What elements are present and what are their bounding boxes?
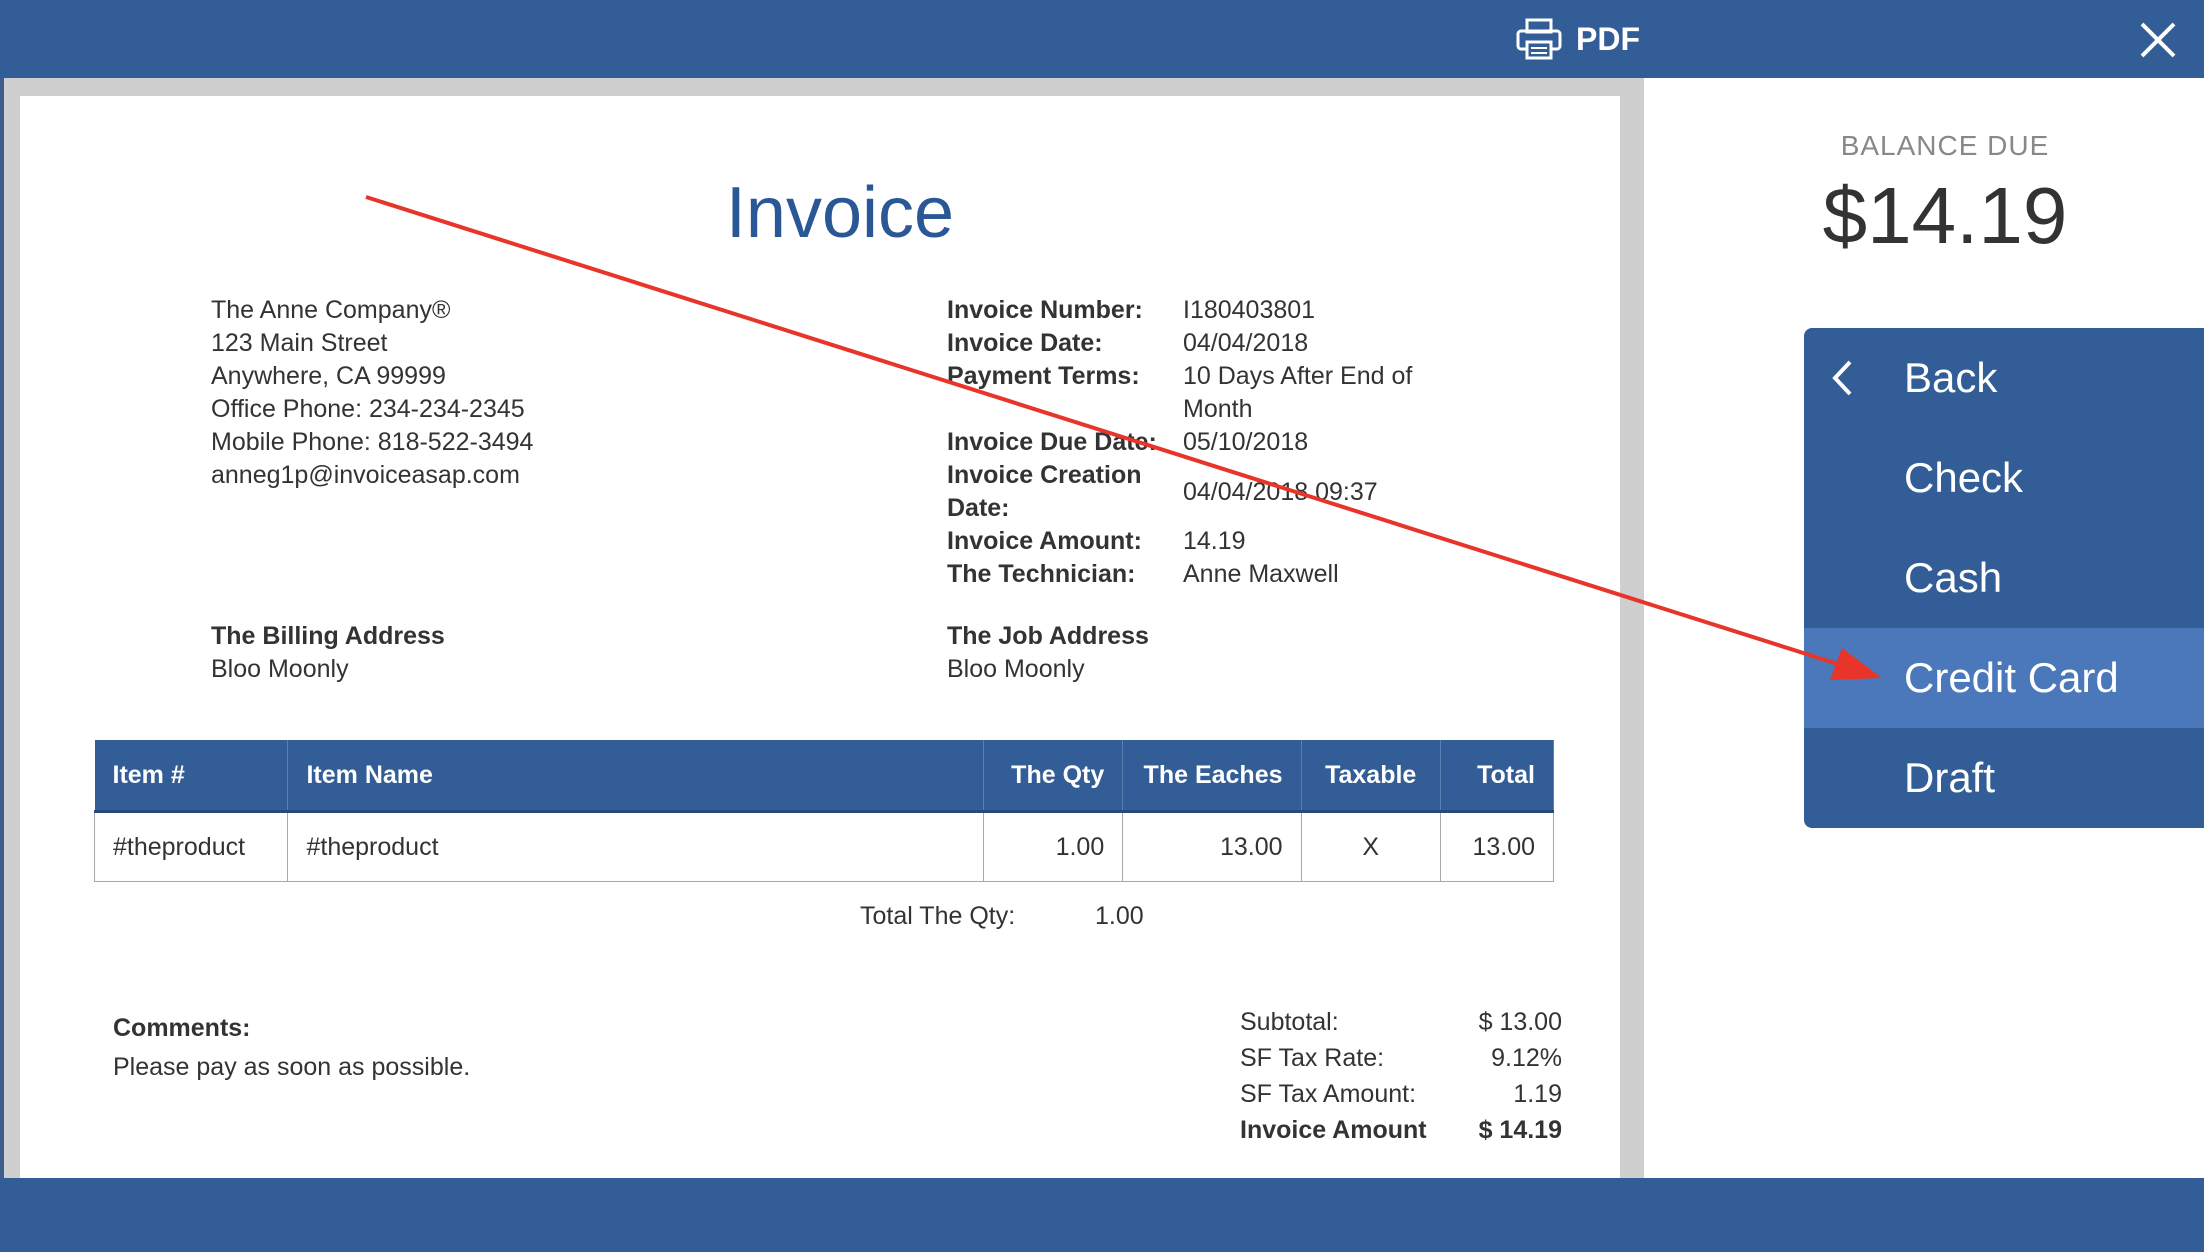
- meta-row: Invoice Creation Date: 04/04/2018 09:37: [947, 459, 1423, 525]
- column-header: Total: [1440, 740, 1555, 813]
- pdf-button[interactable]: PDF: [1516, 14, 1640, 64]
- menu-item-label: Check: [1904, 454, 2024, 501]
- company-name: The Anne Company®: [211, 296, 451, 324]
- meta-row: Invoice Due Date: 05/10/2018: [947, 426, 1423, 459]
- total-qty-value: 1.00: [1095, 902, 1144, 930]
- meta-key: Invoice Creation Date:: [947, 461, 1142, 522]
- billing-address: The Billing Address Bloo Moonly: [211, 620, 445, 686]
- job-address-name: Bloo Moonly: [947, 655, 1085, 683]
- menu-item-back[interactable]: Back: [1804, 328, 2204, 428]
- invoice-meta: Invoice Number: I180403801 Invoice Date:…: [947, 294, 1423, 591]
- totals-label: SF Tax Rate:: [1240, 1044, 1385, 1072]
- meta-row: Invoice Date: 04/04/2018: [947, 327, 1423, 360]
- menu-item-label: Back: [1904, 354, 1998, 401]
- billing-address-name: Bloo Moonly: [211, 655, 349, 683]
- cell-item-number: #theproduct: [93, 811, 289, 882]
- top-bar: PDF: [0, 0, 2204, 78]
- bottom-bar: [0, 1178, 2204, 1252]
- company-city: Anywhere, CA 99999: [211, 362, 446, 390]
- column-header: Taxable: [1301, 740, 1441, 813]
- meta-value: 14.19: [1183, 527, 1246, 555]
- totals-row: Subtotal: $ 13.00: [1240, 1004, 1562, 1040]
- comments-section: Comments: Please pay as soon as possible…: [113, 1014, 470, 1082]
- meta-value: 04/04/2018: [1183, 329, 1309, 357]
- menu-item-label: Draft: [1904, 754, 1996, 801]
- total-qty-label: Total The Qty:: [860, 902, 1016, 930]
- table-row: #theproduct #theproduct 1.00 13.00 X 13.…: [93, 811, 1555, 882]
- cell-total: 13.00: [1439, 811, 1555, 882]
- printer-icon: [1516, 18, 1562, 60]
- meta-value: 05/10/2018: [1183, 428, 1309, 456]
- balance-due-label: BALANCE DUE: [1840, 130, 2050, 161]
- cell-taxable: X: [1300, 811, 1441, 882]
- meta-row: Payment Terms: 10 Days After End of Mont…: [947, 360, 1423, 426]
- totals-value: 1.19: [1513, 1080, 1562, 1108]
- meta-value: I180403801: [1183, 296, 1316, 324]
- cell-qty: 1.00: [983, 811, 1124, 882]
- totals-value: $ 14.19: [1478, 1116, 1562, 1144]
- company-email: anneg1p@invoiceasap.com: [211, 461, 520, 489]
- totals-label: Invoice Amount: [1240, 1116, 1427, 1144]
- totals-value: $ 13.00: [1478, 1008, 1562, 1036]
- column-header: The Eaches: [1122, 740, 1302, 813]
- column-header: Item #: [94, 740, 289, 813]
- payment-method-menu: Back Check Cash Credit Card Draft: [1804, 328, 2204, 828]
- meta-row: The Technician: Anne Maxwell: [947, 558, 1423, 591]
- meta-value: 04/04/2018 09:37: [1183, 477, 1378, 506]
- cell-item-name: #theproduct: [287, 811, 985, 882]
- company-office-phone: Office Phone: 234-234-2345: [211, 395, 525, 423]
- menu-item-label: Cash: [1904, 554, 2003, 601]
- billing-address-heading: The Billing Address: [211, 622, 445, 650]
- column-header: Item Name: [287, 740, 985, 813]
- meta-key: Invoice Date:: [947, 329, 1103, 357]
- menu-item-draft[interactable]: Draft: [1804, 728, 2204, 828]
- meta-key: Payment Terms:: [947, 362, 1140, 390]
- menu-item-cash[interactable]: Cash: [1804, 528, 2204, 628]
- meta-value: 10 Days After End of Month: [1183, 362, 1413, 423]
- menu-item-check[interactable]: Check: [1804, 428, 2204, 528]
- menu-item-label: Credit Card: [1904, 654, 2119, 701]
- totals-row: SF Tax Amount: 1.19: [1240, 1076, 1562, 1112]
- totals-summary: Subtotal: $ 13.00 SF Tax Rate: 9.12% SF …: [1240, 1004, 1562, 1148]
- column-header: The Qty: [983, 740, 1124, 813]
- company-street: 123 Main Street: [211, 329, 388, 357]
- balance-due-amount: $14.19: [1822, 171, 2068, 260]
- meta-value: Anne Maxwell: [1183, 560, 1339, 588]
- meta-key: The Technician:: [947, 560, 1136, 588]
- invoice-document: Invoice The Anne Company® 123 Main Stree…: [20, 96, 1620, 1178]
- job-address: The Job Address Bloo Moonly: [947, 620, 1149, 686]
- company-mobile-phone: Mobile Phone: 818-522-3494: [211, 428, 534, 456]
- close-icon[interactable]: [2136, 18, 2180, 62]
- meta-row: Invoice Number: I180403801: [947, 294, 1423, 327]
- totals-value: 9.12%: [1491, 1044, 1562, 1072]
- company-info: The Anne Company® 123 Main Street Anywhe…: [211, 294, 533, 492]
- table-header-row: Item # Item Name The Qty The Eaches Taxa…: [94, 740, 1555, 813]
- totals-label: Subtotal:: [1240, 1008, 1339, 1036]
- chevron-left-icon: [1832, 360, 1852, 396]
- comments-text: Please pay as soon as possible.: [113, 1053, 471, 1081]
- meta-row: Invoice Amount: 14.19: [947, 525, 1423, 558]
- meta-key: Invoice Number:: [947, 296, 1143, 324]
- job-address-heading: The Job Address: [947, 622, 1149, 650]
- pdf-label: PDF: [1576, 20, 1640, 57]
- cell-eaches: 13.00: [1122, 811, 1302, 882]
- meta-key: Invoice Due Date:: [947, 428, 1157, 456]
- invoice-title: Invoice: [725, 173, 955, 253]
- line-items-table: Item # Item Name The Qty The Eaches Taxa…: [93, 740, 1555, 882]
- comments-heading: Comments:: [113, 1014, 251, 1042]
- totals-row: Invoice Amount $ 14.19: [1240, 1112, 1562, 1148]
- menu-item-credit-card[interactable]: Credit Card: [1804, 628, 2204, 728]
- meta-key: Invoice Amount:: [947, 527, 1142, 555]
- totals-row: SF Tax Rate: 9.12%: [1240, 1040, 1562, 1076]
- totals-label: SF Tax Amount:: [1240, 1080, 1417, 1108]
